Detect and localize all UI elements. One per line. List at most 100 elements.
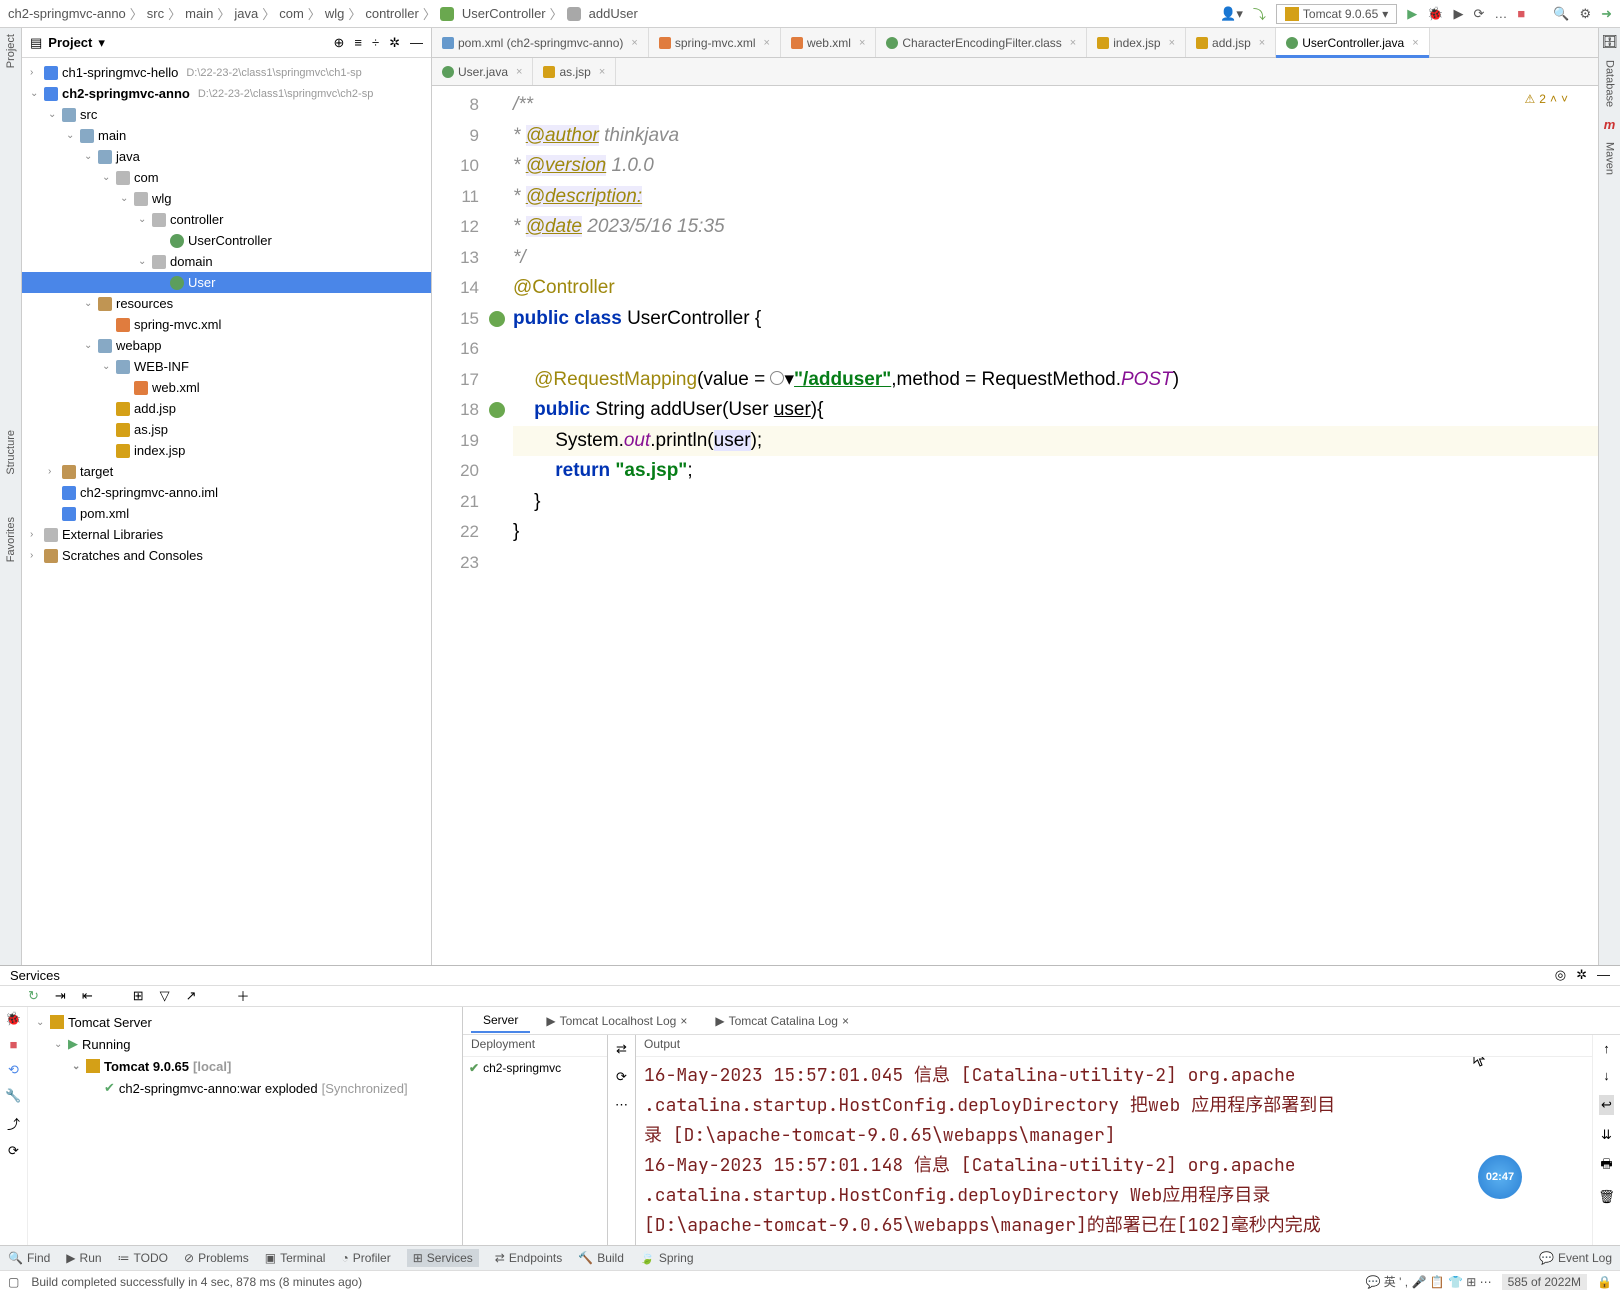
maven-toolwindow-button[interactable]: Maven — [1604, 142, 1616, 175]
tree-node[interactable]: add.jsp — [22, 398, 431, 419]
sv-hide-icon[interactable]: — — [1597, 967, 1610, 983]
tree-node[interactable]: ⌄com — [22, 167, 431, 188]
deployment-item[interactable]: ✔ch2-springmvc — [463, 1057, 607, 1079]
tree-node[interactable]: ⌄WEB-INF — [22, 356, 431, 377]
tree-node[interactable]: web.xml — [22, 377, 431, 398]
tree-node[interactable]: ⌄java — [22, 146, 431, 167]
tree-node[interactable]: User — [22, 272, 431, 293]
build-icon[interactable]: ⤵ — [1253, 4, 1266, 23]
tree-node[interactable]: ⌄resources — [22, 293, 431, 314]
debug-icon[interactable]: 🐞 — [1427, 6, 1443, 22]
tree-node[interactable]: ›ch1-springmvc-helloD:\22-23-2\class1\sp… — [22, 62, 431, 83]
update-icon[interactable]: ➜ — [1601, 6, 1612, 22]
tree-node[interactable]: ⌄controller — [22, 209, 431, 230]
bc-item[interactable]: ch2-springmvc-anno — [8, 6, 126, 21]
editor-tab[interactable]: pom.xml (ch2-springmvc-anno)× — [432, 28, 649, 57]
sv-refresh-icon[interactable]: ⟳ — [8, 1143, 19, 1159]
output-console[interactable]: 16-May-2023 15:57:01.045 信息 [Catalina-ut… — [636, 1057, 1592, 1245]
sv-tools-icon[interactable]: 🔧 — [5, 1088, 21, 1104]
editor-tab[interactable]: index.jsp× — [1087, 28, 1186, 57]
build-button[interactable]: 🔨Build — [578, 1251, 624, 1265]
user-icon[interactable]: 👤▾ — [1220, 6, 1243, 22]
tree-node[interactable]: UserController — [22, 230, 431, 251]
tree-node[interactable]: ›Scratches and Consoles — [22, 545, 431, 566]
ime-status[interactable]: 💬 英 ' , 🎤 📋 👕 ⊞ ⋯ — [1366, 1273, 1492, 1290]
editor-tab[interactable]: spring-mvc.xml× — [649, 28, 781, 57]
clear-icon[interactable]: 🗑 — [1598, 1189, 1615, 1205]
settings-icon[interactable]: ⚙ — [1579, 6, 1591, 22]
scroll-end-icon[interactable]: ⇊ — [1601, 1127, 1612, 1143]
profiler-button[interactable]: ◔Profiler — [341, 1251, 390, 1265]
hide-icon[interactable]: — — [410, 35, 423, 51]
editor-tab[interactable]: CharacterEncodingFilter.class× — [876, 28, 1087, 57]
favorites-button[interactable]: Favorites — [5, 517, 17, 562]
spring-button[interactable]: 🍃Spring — [640, 1251, 694, 1265]
collapse-icon[interactable]: ÷ — [372, 35, 379, 51]
gutter-run-icon[interactable] — [489, 402, 505, 418]
bc-item[interactable]: controller — [365, 6, 418, 21]
tree-node[interactable]: pom.xml — [22, 503, 431, 524]
search-icon[interactable]: 🔍 — [1553, 6, 1569, 22]
sv-rerun-icon[interactable]: ↻ — [28, 988, 39, 1004]
bc-item[interactable]: com — [279, 6, 304, 21]
tree-node[interactable]: ⌄ch2-springmvc-annoD:\22-23-2\class1\spr… — [22, 83, 431, 104]
tree-node[interactable]: ›target — [22, 461, 431, 482]
profile-icon[interactable]: ⟳ — [1473, 6, 1484, 22]
editor-tab[interactable]: User.java× — [432, 58, 533, 85]
editor-tab[interactable]: add.jsp× — [1186, 28, 1276, 57]
sv-collapse-icon[interactable]: ⇤ — [82, 988, 93, 1004]
tree-node[interactable]: ⌄src — [22, 104, 431, 125]
sv-locate-icon[interactable]: ◎ — [1555, 967, 1566, 983]
database-icon[interactable]: 🗄 — [1601, 34, 1618, 50]
catalina-log-tab[interactable]: ▶Tomcat Catalina Log× — [703, 1010, 861, 1032]
todo-button[interactable]: ≔TODO — [118, 1251, 168, 1265]
code-editor[interactable]: /** * @author thinkjava * @version 1.0.0… — [507, 86, 1598, 965]
project-toolwindow-button[interactable]: Project — [5, 34, 17, 68]
service-node[interactable]: ⌄▶Running — [32, 1033, 458, 1055]
tree-node[interactable]: ch2-springmvc-anno.iml — [22, 482, 431, 503]
bc-item[interactable]: java — [234, 6, 258, 21]
bc-item[interactable]: UserController — [462, 6, 546, 21]
editor-tab[interactable]: web.xml× — [781, 28, 876, 57]
dep-refresh-icon[interactable]: ⟳ — [616, 1069, 627, 1085]
tree-node[interactable]: as.jsp — [22, 419, 431, 440]
services-button[interactable]: ⊞Services — [407, 1249, 479, 1267]
scroll-up-icon[interactable]: ↑ — [1603, 1041, 1610, 1056]
tree-node[interactable]: spring-mvc.xml — [22, 314, 431, 335]
scroll-down-icon[interactable]: ↓ — [1603, 1068, 1610, 1083]
dep-nav-icon[interactable]: ⇄ — [616, 1041, 627, 1057]
terminal-button[interactable]: ▣Terminal — [265, 1251, 326, 1265]
endpoints-button[interactable]: ⇄Endpoints — [495, 1251, 562, 1265]
select-opened-icon[interactable]: ⊕ — [333, 35, 344, 51]
status-icon[interactable]: ▢ — [8, 1275, 19, 1289]
bc-item[interactable]: wlg — [325, 6, 345, 21]
service-node[interactable]: ✔ch2-springmvc-anno:war exploded [Synchr… — [32, 1077, 458, 1099]
service-node[interactable]: ⌄Tomcat Server — [32, 1011, 458, 1033]
coverage-icon[interactable]: ▶ — [1453, 6, 1463, 22]
bc-item[interactable]: addUser — [589, 6, 638, 21]
tree-node[interactable]: ⌄webapp — [22, 335, 431, 356]
expand-icon[interactable]: ≡ — [354, 35, 362, 51]
run-config-selector[interactable]: Tomcat 9.0.65▾ — [1276, 4, 1397, 24]
lock-icon[interactable]: 🔒 — [1597, 1275, 1612, 1289]
sv-filter-icon[interactable]: ▽ — [160, 988, 170, 1004]
localhost-log-tab[interactable]: ▶Tomcat Localhost Log× — [534, 1010, 699, 1032]
sv-stop-icon[interactable]: ■ — [10, 1037, 18, 1052]
dep-more-icon[interactable]: ⋯ — [615, 1097, 628, 1113]
attach-icon[interactable]: … — [1494, 6, 1507, 21]
server-tab[interactable]: Server — [471, 1009, 530, 1033]
sv-add-icon[interactable]: ＋ — [237, 986, 250, 1005]
sv-expand-icon[interactable]: ⇥ — [55, 988, 66, 1004]
editor-tab[interactable]: UserController.java× — [1276, 28, 1429, 57]
stop-icon[interactable]: ■ — [1517, 6, 1525, 21]
sv-settings-icon[interactable]: ✲ — [1576, 967, 1587, 983]
event-log-button[interactable]: 💬Event Log — [1539, 1251, 1612, 1265]
tree-node[interactable]: ⌄main — [22, 125, 431, 146]
find-button[interactable]: 🔍Find — [8, 1251, 50, 1265]
sv-debug-icon[interactable]: 🐞 — [5, 1011, 21, 1027]
project-title[interactable]: Project — [48, 35, 92, 50]
memory-indicator[interactable]: 585 of 2022M — [1502, 1274, 1587, 1290]
editor-tab[interactable]: as.jsp× — [533, 58, 616, 85]
bc-item[interactable]: main — [185, 6, 213, 21]
maven-icon[interactable]: m — [1604, 117, 1616, 132]
